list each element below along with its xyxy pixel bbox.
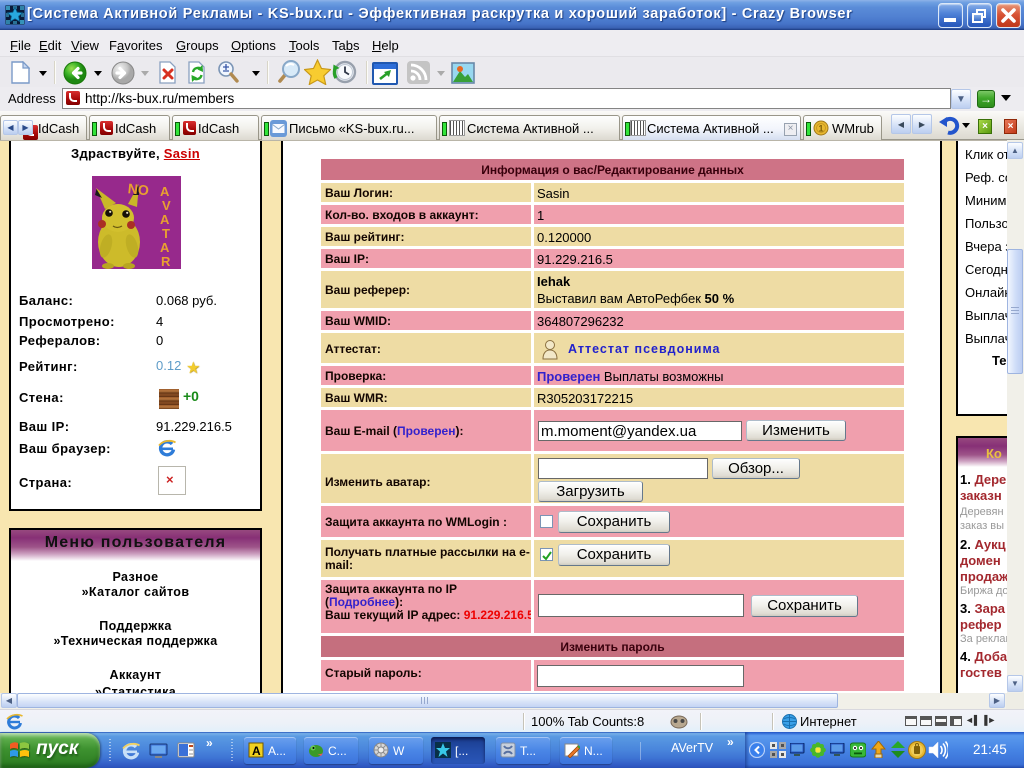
svg-text:A: A <box>160 184 170 199</box>
svg-text:1: 1 <box>819 124 824 134</box>
svg-text:T: T <box>162 226 170 241</box>
svg-text:R: R <box>161 254 171 269</box>
svg-text:A: A <box>160 212 170 227</box>
svg-text:A: A <box>252 744 261 758</box>
svg-text:NO: NO <box>127 180 150 198</box>
svg-text:V: V <box>162 198 171 213</box>
svg-text:A: A <box>160 240 170 255</box>
